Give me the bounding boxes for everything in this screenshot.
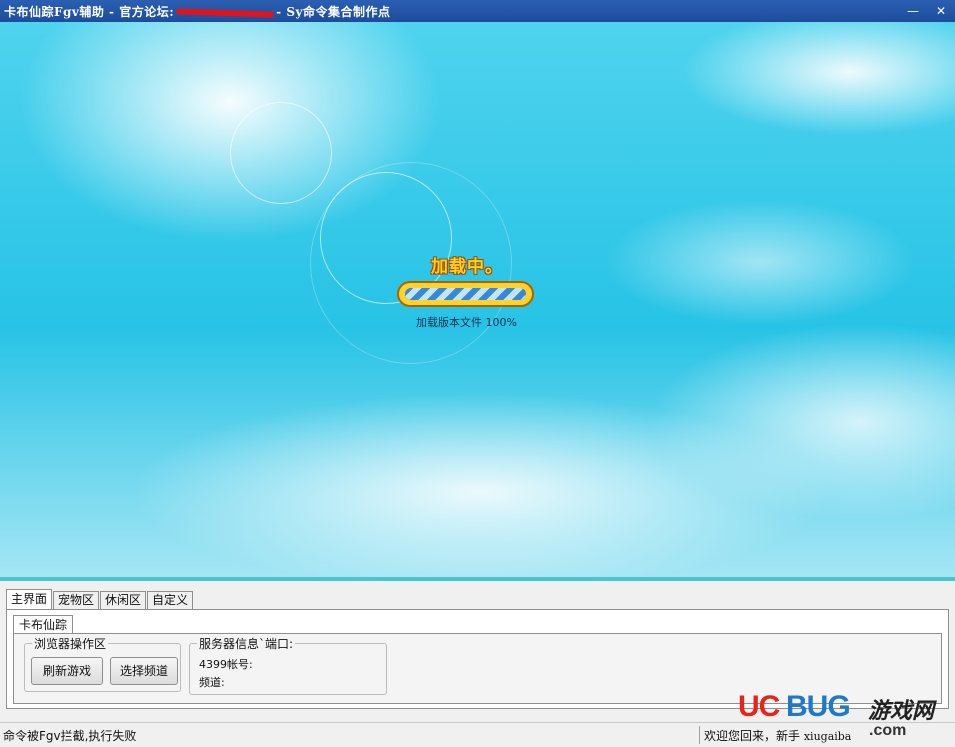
watermark-uc: UC [738, 690, 780, 723]
watermark-bug: BUG [786, 690, 851, 723]
server-info-group: 服务器信息`端口: 4399帐号: 频道: [189, 635, 387, 695]
group-legend: 服务器信息`端口: [197, 635, 296, 652]
lens-flare [230, 102, 332, 204]
watermark-com: .com [869, 722, 907, 739]
tab-custom[interactable]: 自定义 [147, 591, 194, 609]
minimize-button[interactable]: — [902, 2, 924, 20]
status-separator [699, 726, 700, 744]
ucbug-watermark-logo: UC BUG 游戏网 .com [738, 690, 948, 745]
status-message: 命令被Fgv拦截,执行失败 [3, 729, 137, 743]
window-title-suffix: - Sy命令集合制作点 [276, 5, 391, 19]
game-view[interactable]: 加载中。 加载版本文件 100% [0, 22, 955, 577]
progress-track [405, 288, 526, 300]
loading-title: 加载中。 [431, 257, 503, 277]
refresh-game-button[interactable]: 刷新游戏 [31, 657, 103, 685]
progress-fill [405, 288, 526, 300]
main-tabs: 主界面 宠物区 休闲区 自定义 [6, 589, 194, 609]
loading-status-text: 加载版本文件 100% [416, 316, 517, 329]
window-title: 卡布仙踪Fgv辅助 - 官方论坛: - Sy命令集合制作点 [4, 3, 390, 20]
window-title-prefix: 卡布仙踪Fgv辅助 - 官方论坛: [4, 5, 175, 19]
loading-progress-bar [397, 281, 534, 307]
channel-label: 频道: [199, 676, 225, 689]
tab-pets[interactable]: 宠物区 [53, 591, 100, 609]
group-legend: 浏览器操作区 [32, 635, 109, 652]
subtab-kabuxianzong[interactable]: 卡布仙踪 [13, 615, 74, 634]
close-button[interactable]: ✕ [930, 2, 952, 20]
title-bar[interactable]: 卡布仙踪Fgv辅助 - 官方论坛: - Sy命令集合制作点 — ✕ [0, 0, 955, 22]
watermark-cn: 游戏网 [868, 699, 935, 724]
account-label: 4399帐号: [199, 658, 253, 671]
tab-main[interactable]: 主界面 [6, 589, 53, 609]
tab-leisure[interactable]: 休闲区 [100, 591, 147, 609]
select-channel-button[interactable]: 选择频道 [110, 657, 178, 685]
redacted-forum-url [176, 7, 275, 18]
browser-operations-group: 浏览器操作区 刷新游戏 选择频道 [24, 635, 181, 692]
